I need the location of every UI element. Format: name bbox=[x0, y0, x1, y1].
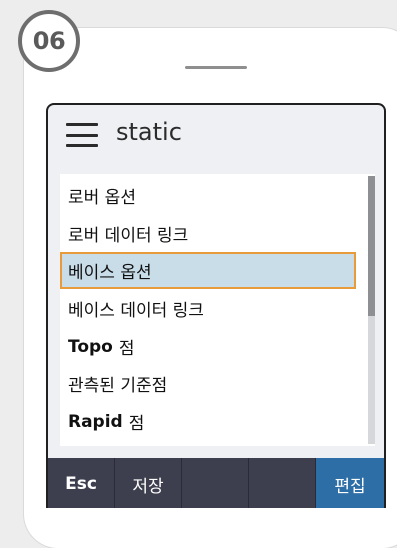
list-item-rapid-point[interactable]: Rapid 점 bbox=[60, 403, 356, 440]
device-speaker bbox=[185, 66, 247, 69]
list-item-label: 로버 데이터 링크 bbox=[68, 226, 189, 246]
menu-icon[interactable] bbox=[66, 123, 98, 147]
page-title: static bbox=[116, 118, 182, 146]
scrollbar-track[interactable] bbox=[368, 176, 375, 444]
list-item-topo-point[interactable]: Topo 점 bbox=[60, 328, 356, 365]
empty-softkey-2[interactable] bbox=[249, 458, 316, 508]
options-list: 로버 옵션 로버 데이터 링크 베이스 옵션 베이스 데이터 링크 Topo 점… bbox=[60, 174, 375, 446]
list-item-bold-label: Rapid bbox=[68, 411, 123, 432]
edit-button[interactable]: 편집 bbox=[316, 458, 384, 508]
title-bar: static bbox=[48, 105, 384, 167]
device-screen: static 로버 옵션 로버 데이터 링크 베이스 옵션 베이스 데이터 링크… bbox=[46, 103, 386, 508]
list-item-label: 로버 옵션 bbox=[68, 188, 136, 208]
step-number-badge: 06 bbox=[18, 10, 80, 72]
save-button[interactable]: 저장 bbox=[115, 458, 182, 508]
step-number: 06 bbox=[32, 27, 66, 55]
list-item-observed-control-point[interactable]: 관측된 기준점 bbox=[60, 365, 356, 402]
list-item-base-options[interactable]: 베이스 옵션 bbox=[60, 252, 356, 289]
list-item-label: 점 bbox=[128, 414, 145, 434]
softkey-bar: Esc 저장 편집 bbox=[48, 458, 384, 508]
list-item-rover-data-link[interactable]: 로버 데이터 링크 bbox=[60, 215, 356, 252]
esc-button[interactable]: Esc bbox=[48, 458, 115, 508]
scrollbar-thumb[interactable] bbox=[368, 176, 375, 316]
list-item-base-data-link[interactable]: 베이스 데이터 링크 bbox=[60, 290, 356, 327]
list-item-bold-label: Topo bbox=[68, 336, 113, 357]
list-item-label: 관측된 기준점 bbox=[68, 376, 168, 396]
empty-softkey-1[interactable] bbox=[182, 458, 249, 508]
list-item-label: 점 bbox=[118, 339, 135, 359]
list-item-label: 베이스 데이터 링크 bbox=[68, 301, 204, 321]
list-item-rover-options[interactable]: 로버 옵션 bbox=[60, 177, 356, 214]
list-item-label: 베이스 옵션 bbox=[68, 263, 152, 283]
